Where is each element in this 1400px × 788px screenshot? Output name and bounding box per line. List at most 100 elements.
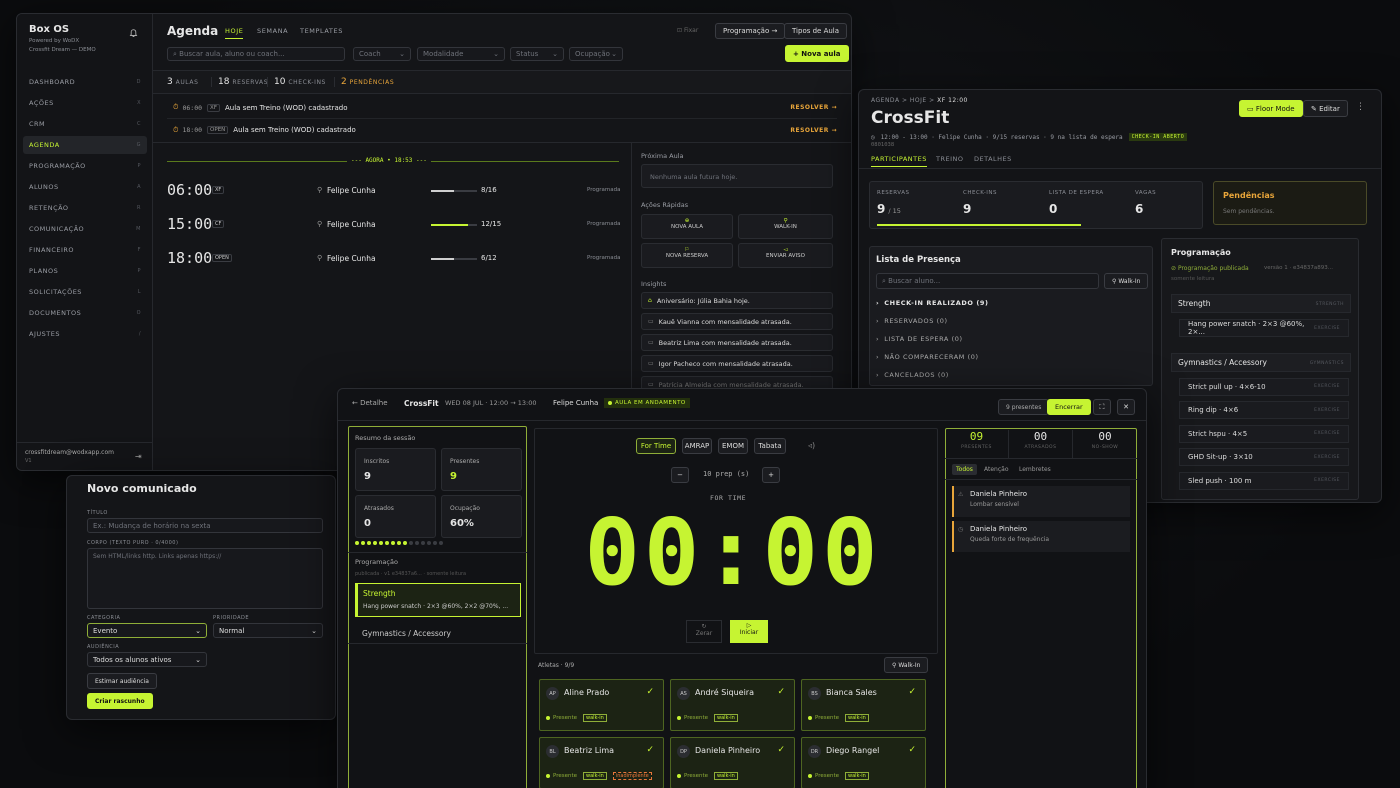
insight-item[interactable]: ▭ Igor Pacheco com mensalidade atrasada. [641, 355, 833, 372]
sidebar-item-ajustes[interactable]: AJUSTES / [23, 325, 147, 343]
encerrar-button[interactable]: Encerrar [1047, 399, 1091, 415]
criar-rascunho-button[interactable]: Criar rascunho [87, 693, 153, 709]
sidebar-item-dashboard[interactable]: DASHBOARD D [23, 73, 147, 91]
filter-coach[interactable]: Coach ⌄ [353, 47, 411, 61]
tab-detalhes[interactable]: DETALHES [974, 155, 1012, 163]
athlete-card[interactable]: AS André Siqueira ✓ Presente walk-in [670, 679, 795, 731]
exercise-row[interactable]: Hang power snatch · 2×3 @60%, 2×... EXERC… [1179, 319, 1349, 337]
presence-group[interactable]: › LISTA DE ESPERA (0) [876, 335, 963, 343]
sidebar-item-documentos[interactable]: DOCUMENTOS O [23, 304, 147, 322]
crumb-hoje[interactable]: HOJE [910, 97, 927, 104]
exercise-row[interactable]: Ring dip · 4×6 EXERCISE [1179, 401, 1349, 419]
insight-item[interactable]: ▭ Beatriz Lima com mensalidade atrasada. [641, 334, 833, 351]
presence-group[interactable]: › NÃO COMPARECERAM (0) [876, 353, 979, 361]
exercise-row[interactable]: Sled push · 100 m EXERCISE [1179, 471, 1349, 490]
tab-semana[interactable]: SEMANA [257, 27, 288, 35]
strength-block[interactable]: Strength Hang power snatch · 2×3 @60%, 2… [355, 583, 521, 617]
programacao-button[interactable]: Programação → [715, 23, 786, 39]
categoria-select[interactable]: Evento ⌄ [87, 623, 207, 638]
prog-section-name: Gymnastics / Accessory [1178, 357, 1267, 367]
more-icon[interactable]: ⋮ [1356, 102, 1365, 112]
sidebar-item-financeiro[interactable]: FINANCEIRO F [23, 241, 147, 259]
floor-mode-button[interactable]: ▭ Floor Mode [1239, 100, 1303, 117]
gymnastics-block[interactable]: Gymnastics / Accessory [362, 629, 451, 638]
tab-participantes[interactable]: PARTICIPANTES [871, 155, 927, 167]
presence-group[interactable]: › CANCELADOS (0) [876, 371, 949, 379]
titulo-input[interactable]: Ex.: Mudança de horário na sexta [87, 518, 323, 533]
edit-button[interactable]: ✎ Editar [1303, 100, 1348, 117]
alert-item[interactable]: ◷ Daniela Pinheiro Queda forte de frequênc… [952, 521, 1130, 552]
mode-emom[interactable]: EMOM [718, 438, 748, 454]
walk-in-button[interactable]: ⚲ Walk-In [1104, 273, 1149, 289]
athletes-walk-in-button[interactable]: ⚲ Walk-In [884, 657, 929, 673]
fullscreen-icon[interactable]: ⛶ [1093, 399, 1111, 415]
mode-tabata[interactable]: Tabata [754, 438, 786, 454]
presence-group[interactable]: › RESERVADOS (0) [876, 317, 948, 325]
athlete-card[interactable]: BL Beatriz Lima ✓ Presente walk-in inadimplen… [539, 737, 664, 788]
insight-item[interactable]: ⌂ Aniversário: Júlia Bahia hoje. [641, 292, 833, 309]
prog-section-header[interactable]: Strength STRENGTH [1171, 294, 1351, 313]
plus-button[interactable]: + [762, 467, 780, 483]
search-input[interactable]: ⌕ Buscar aula, aluno ou coach... [167, 47, 345, 61]
close-icon[interactable]: ✕ [1117, 399, 1135, 415]
athlete-card[interactable]: DR Diego Rangel ✓ Presente walk-in [801, 737, 926, 788]
mode-for-time[interactable]: For Time [636, 438, 676, 454]
filter-modalidade[interactable]: Modalidade ⌄ [417, 47, 505, 61]
athlete-card[interactable]: DP Daniela Pinheiro ✓ Presente walk-in [670, 737, 795, 788]
sidebar-item-programação[interactable]: PROGRAMAÇÃO P [23, 157, 147, 175]
crumb-agenda[interactable]: AGENDA [871, 97, 900, 104]
tab-hoje[interactable]: HOJE [225, 27, 244, 39]
alert-tab-lembretes[interactable]: Lembretes [1019, 466, 1051, 473]
back-link[interactable]: ← Detalhe [352, 399, 388, 407]
sidebar-item-retenção[interactable]: RETENÇÃO R [23, 199, 147, 217]
nova-aula-quick[interactable]: ⊕ NOVA AULA [641, 214, 733, 239]
class-row[interactable]: 18:00 OPEN ⚲ Felipe Cunha 6/12 Programada [167, 246, 622, 272]
fixar-button[interactable]: ⊡ Fixar [677, 27, 698, 34]
sidebar-item-solicitações[interactable]: SOLICITAÇÕES L [23, 283, 147, 301]
athlete-card[interactable]: BS Bianca Sales ✓ Presente walk-in [801, 679, 926, 731]
sidebar-item-planos[interactable]: PLANOS P [23, 262, 147, 280]
insight-item[interactable]: ▭ Kauê Vianna com mensalidade atrasada. [641, 313, 833, 330]
iniciar-button[interactable]: ▷ Iniciar [730, 620, 768, 643]
alert-tab-atencao[interactable]: Atenção [984, 466, 1009, 473]
sidebar-item-agenda[interactable]: AGENDA G [23, 136, 147, 154]
logout-icon[interactable]: ⇥ [135, 452, 142, 461]
exercise-row[interactable]: Strict hspu · 4×5 EXERCISE [1179, 424, 1349, 443]
tab-templates[interactable]: TEMPLATES [300, 27, 343, 35]
sidebar-item-alunos[interactable]: ALUNOS A [23, 178, 147, 196]
sidebar-item-crm[interactable]: CRM C [23, 115, 147, 133]
minus-button[interactable]: − [671, 467, 689, 483]
alert-tab-todos[interactable]: Todos [952, 464, 977, 475]
class-meta-text: 12:00 - 13:00 · Felipe Cunha · 9/15 rese… [880, 133, 1123, 141]
alert-item[interactable]: ⚠ Daniela Pinheiro Lombar sensível [952, 486, 1130, 517]
nova-reserva-quick[interactable]: ⚐ NOVA RESERVA [641, 243, 733, 268]
tab-treino[interactable]: TREINO [936, 155, 964, 163]
exercise-row[interactable]: GHD Sit-up · 3×10 EXERCISE [1179, 448, 1349, 466]
resolver-button[interactable]: RESOLVER → [790, 127, 837, 134]
exercise-row[interactable]: Strict pull up · 4×6-10 EXERCISE [1179, 377, 1349, 396]
sound-icon[interactable]: ◃) [808, 441, 815, 450]
walk-in-quick[interactable]: ⚲ WALK-IN [738, 214, 833, 239]
enviar-aviso-quick[interactable]: ◅ ENVIAR AVISO [738, 243, 833, 268]
filter-ocupacao[interactable]: Ocupação ⌄ [569, 47, 623, 61]
sidebar-item-comunicação[interactable]: COMUNICAÇÃO M [23, 220, 147, 238]
tipos-aula-button[interactable]: Tipos de Aula [784, 23, 848, 39]
presence-group[interactable]: › CHECK-IN REALIZADO (9) [876, 299, 989, 307]
mode-amrap[interactable]: AMRAP [682, 438, 712, 454]
class-row[interactable]: 15:00 CF ⚲ Felipe Cunha 12/15 Programada [167, 212, 622, 238]
filter-status[interactable]: Status ⌄ [510, 47, 564, 61]
sidebar-item-ações[interactable]: AÇÕES X [23, 94, 147, 112]
athlete-card[interactable]: AP Aline Prado ✓ Presente walk-in [539, 679, 664, 731]
class-row[interactable]: 06:00 XF ⚲ Felipe Cunha 8/16 Programada [167, 178, 622, 204]
prog-section-header[interactable]: Gymnastics / Accessory GYMNASTICS [1171, 352, 1351, 372]
student-search-input[interactable]: ⌕ Buscar aluno... [876, 273, 1099, 289]
resolver-button[interactable]: RESOLVER → [790, 104, 837, 111]
audiencia-select[interactable]: Todos os alunos ativos ⌄ [87, 652, 207, 667]
estimar-button[interactable]: Estimar audiência [87, 673, 157, 689]
zerar-button[interactable]: ↻ Zerar [686, 620, 722, 643]
bell-icon[interactable] [129, 28, 138, 38]
nova-aula-button[interactable]: + Nova aula [785, 45, 849, 62]
next-empty: Nenhuma aula futura hoje. [641, 164, 833, 188]
prioridade-select[interactable]: Normal ⌄ [213, 623, 323, 638]
corpo-textarea[interactable]: Sem HTML/links http. Links apenas https:… [87, 548, 323, 609]
